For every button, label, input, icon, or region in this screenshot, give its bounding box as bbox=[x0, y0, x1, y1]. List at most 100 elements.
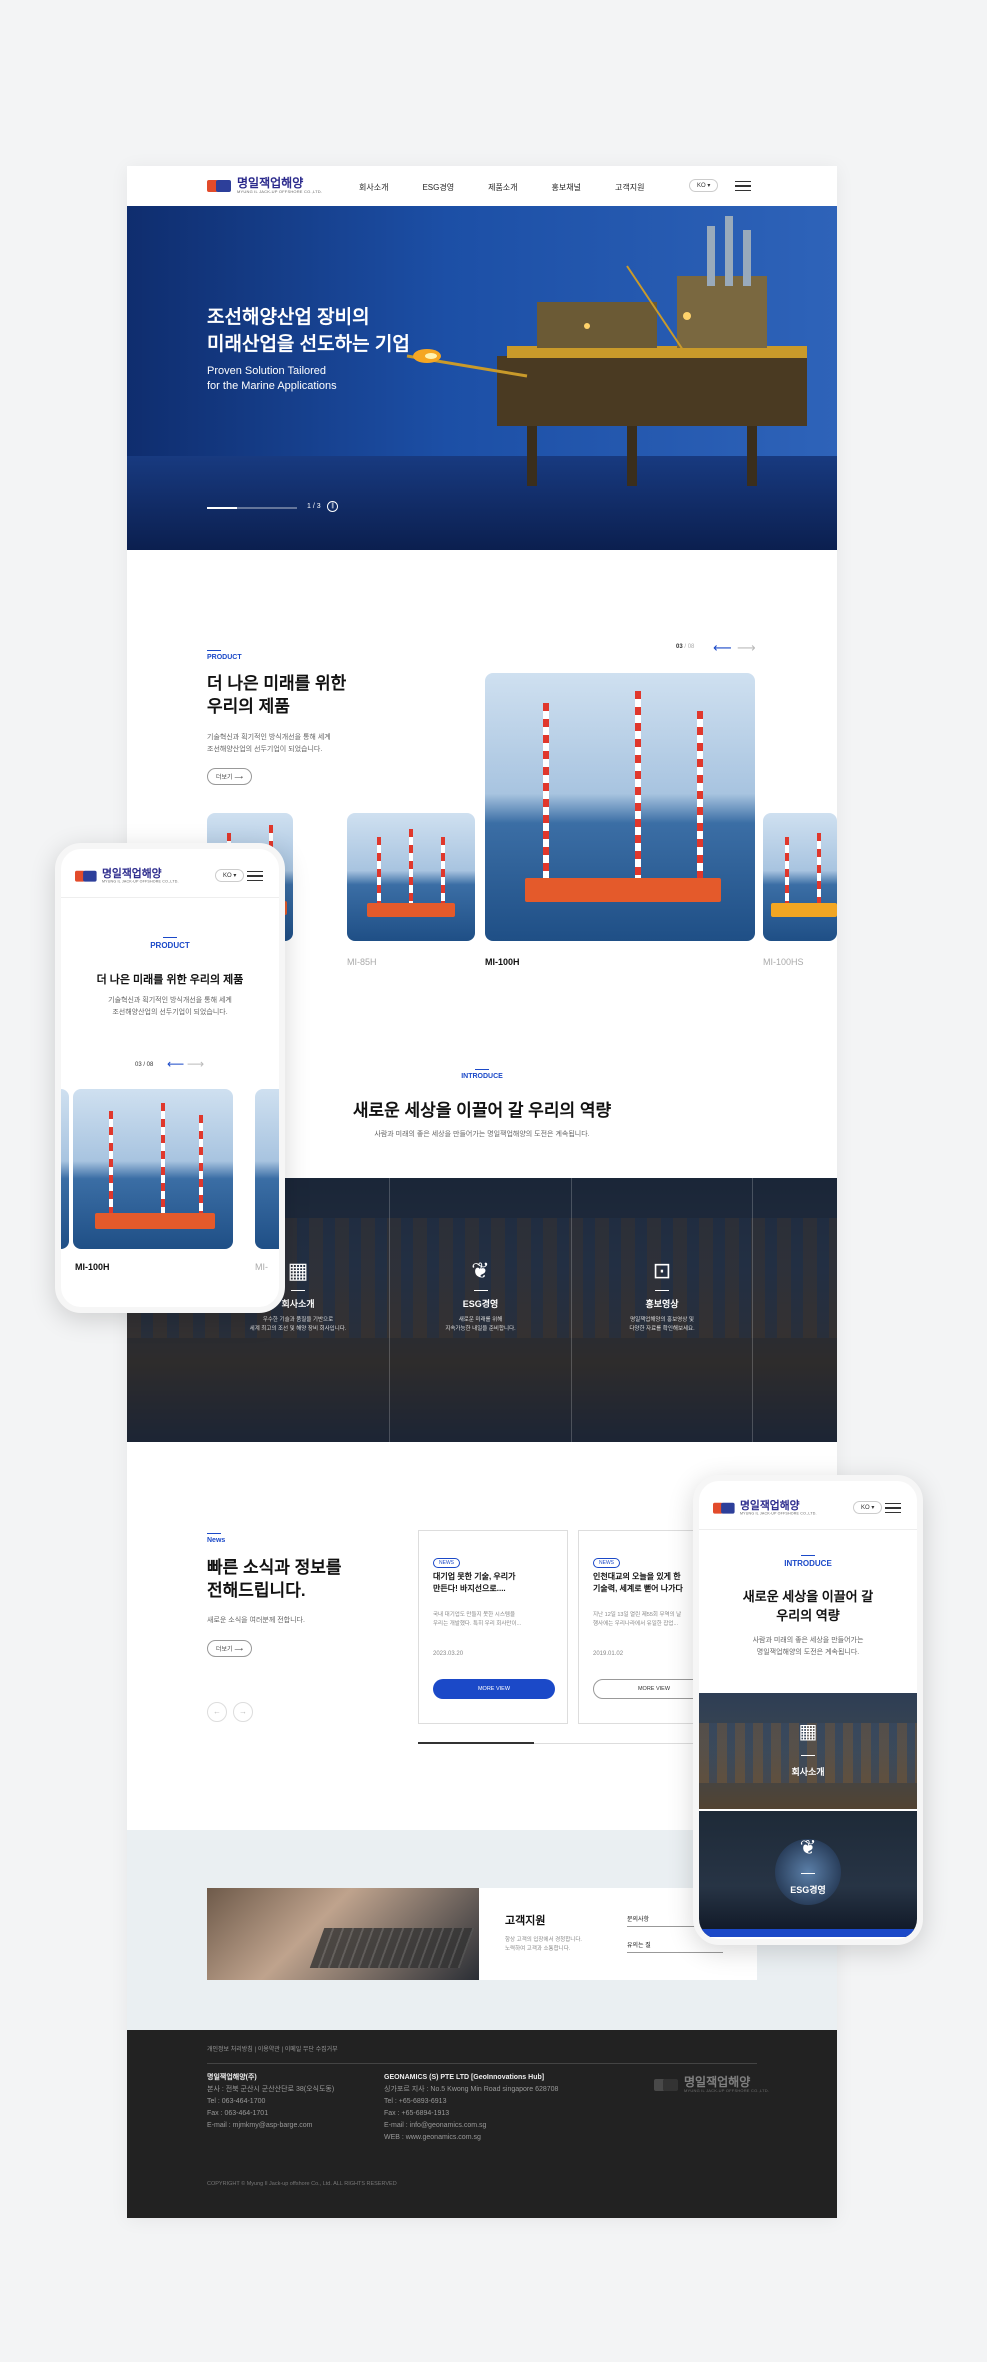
hero-pager: 1 / 3 bbox=[307, 503, 321, 510]
jackup-leg bbox=[409, 829, 413, 907]
product-label-2: MI-85H bbox=[347, 952, 377, 970]
keyboard-shape bbox=[309, 1928, 475, 1968]
intro-item-desc-line1: 우수한 기술과 품질을 기반으로 bbox=[262, 1317, 334, 1323]
product-image-4[interactable] bbox=[763, 813, 837, 941]
product-desc-line2: 조선해양산업의 선두기업이 되었습니다. bbox=[207, 746, 323, 753]
product-desc: 기술혁신과 획기적인 방식개선을 통해 세계 조선해양산업의 선두기업이 되었습… bbox=[207, 732, 331, 756]
mobile-product-image[interactable] bbox=[73, 1089, 233, 1249]
nav-company[interactable]: 회사소개 bbox=[359, 182, 388, 193]
news-card-date: 2019.01.02 bbox=[593, 1651, 624, 1657]
product-prev-arrow-icon[interactable]: ⟵ bbox=[713, 640, 732, 656]
mobile-product-eyebrow: PRODUCT bbox=[61, 937, 279, 950]
mobile-product-label: MI-100H bbox=[75, 1257, 110, 1275]
news-next-arrow-icon[interactable]: → bbox=[233, 1702, 253, 1722]
jackup-leg bbox=[161, 1103, 165, 1217]
footer-tel1: Tel : 063-464-1700 bbox=[207, 2098, 266, 2105]
footer-copyright: COPYRIGHT © Myung Il Jack-up offshore Co… bbox=[207, 2181, 397, 2187]
jackup-leg bbox=[697, 711, 703, 883]
mobile-product-title: 더 나은 미래를 위한 우리의 제품 bbox=[96, 974, 244, 986]
footer-fax2: Fax : +65-6894-1913 bbox=[384, 2110, 450, 2117]
news-eyebrow-line bbox=[207, 1533, 221, 1534]
logo-subtext: MYUNG IL JACK-UP OFFSHORE CO.,LTD. bbox=[237, 189, 323, 194]
mobile-product-desc-line2: 조선해양산업의 선두기업이 되었습니다. bbox=[112, 1009, 228, 1016]
footer-address2: 싱가포르 지사 : No.5 Kwong Min Road singapore … bbox=[384, 2086, 559, 2093]
product-title-line2: 우리의 제품 bbox=[207, 697, 290, 716]
product-next-arrow-icon[interactable]: ⟶ bbox=[737, 640, 756, 656]
mobile-product-name-next: MI- bbox=[255, 1262, 268, 1272]
nav-pr[interactable]: 홍보채널 bbox=[552, 182, 581, 193]
introduce-eyebrow-line bbox=[475, 1069, 489, 1070]
footer-logo-subtext: MYUNG IL JACK-UP OFFSHORE CO.,LTD. bbox=[684, 2088, 770, 2093]
news-title-line1: 빠른 소식과 정보를 bbox=[207, 1558, 342, 1577]
mobile2-header-divider bbox=[699, 1529, 917, 1530]
jackup-leg bbox=[635, 691, 641, 883]
intro-item-desc: 명일잭업해양의 홍보영상 및 다양한 자료를 확인해보세요. bbox=[572, 1316, 752, 1334]
mobile-mockup-product: 명일잭업해양 MYUNG IL JACK-UP OFFSHORE CO.,LTD… bbox=[55, 843, 285, 1313]
product-image-2[interactable] bbox=[347, 813, 475, 941]
menu-icon[interactable] bbox=[735, 181, 751, 191]
mobile2-title-line1: 새로운 세상을 이끌어 갈 bbox=[742, 1589, 874, 1604]
mobile2-language-select[interactable]: KO ▾ bbox=[853, 1501, 883, 1514]
mobile-logo[interactable]: 명일잭업해양 MYUNG IL JACK-UP OFFSHORE CO.,LTD… bbox=[75, 867, 179, 884]
mobile-language-select[interactable]: KO ▾ bbox=[215, 869, 245, 882]
news-desc: 새로운 소식을 여러분께 전합니다. bbox=[207, 1617, 305, 1624]
hero-subtitle-line2: for the Marine Applications bbox=[207, 380, 337, 392]
mobile2-eyebrow: INTRODUCE bbox=[699, 1555, 917, 1568]
mobile-product-image-next[interactable] bbox=[255, 1089, 279, 1249]
news-card[interactable]: NEWS 대기업 못한 기술, 우리가 만든다! 바지선으로.... 국내 대기업… bbox=[418, 1530, 568, 1724]
product-name-mi100h: MI-100H bbox=[485, 957, 520, 967]
mobile2-menu-icon[interactable] bbox=[885, 1503, 901, 1513]
intro-item-line bbox=[655, 1290, 669, 1291]
news-prev-arrow-icon[interactable]: ← bbox=[207, 1702, 227, 1722]
news-card-body-line2: 우리는 개발했다. 특히 우리 회사만이... bbox=[433, 1621, 522, 1627]
offshore-rig-image bbox=[406, 216, 807, 486]
mobile-logo-subtext: MYUNG IL JACK-UP OFFSHORE CO.,LTD. bbox=[102, 878, 179, 884]
banner-divider bbox=[752, 1178, 753, 1442]
mobile-product-label-next: MI- bbox=[255, 1257, 268, 1275]
news-title: 빠른 소식과 정보를 전해드립니다. bbox=[207, 1556, 342, 1602]
mobile2-language-label: KO bbox=[861, 1505, 870, 1511]
mobile-logo-text: 명일잭업해양 bbox=[102, 867, 162, 880]
mobile2-item-esg[interactable]: ❦ ESG경영 bbox=[699, 1811, 917, 1937]
mobile2-desc-line1: 사람과 미래의 좋은 세상을 만들어가는 bbox=[752, 1637, 864, 1644]
product-image-main[interactable] bbox=[485, 673, 755, 941]
product-pager-total: / 08 bbox=[684, 644, 695, 650]
pause-icon[interactable]: ∥ bbox=[327, 501, 338, 512]
language-select[interactable]: KO ▾ bbox=[689, 179, 719, 192]
hero-subtitle-line1: Proven Solution Tailored bbox=[207, 365, 327, 377]
mobile2-logo[interactable]: 명일잭업해양 MYUNG IL JACK-UP OFFSHORE CO.,LTD… bbox=[713, 1500, 817, 1515]
nav-products[interactable]: 제품소개 bbox=[488, 182, 517, 193]
mobile2-desc-line2: 명일잭업해양의 도전은 계속됩니다. bbox=[756, 1649, 860, 1656]
mobile2-eyebrow-text: INTRODUCE bbox=[784, 1559, 832, 1568]
nav-esg[interactable]: ESG경영 bbox=[422, 182, 454, 193]
news-more-label: 더보기 bbox=[216, 1647, 233, 1653]
nav-support[interactable]: 고객지원 bbox=[615, 182, 644, 193]
intro-item-esg[interactable]: ❦ ESG경영 새로운 미래를 위해 지속가능한 내일을 준비합니다. bbox=[390, 1258, 571, 1334]
jackup-leg bbox=[109, 1111, 113, 1217]
product-more-button[interactable]: 더보기 ⟶ bbox=[207, 768, 252, 785]
footer-company1-name: 명일잭업해양(주) bbox=[207, 2074, 257, 2081]
footer-logo: 명일잭업해양 MYUNG IL JACK-UP OFFSHORE CO.,LTD… bbox=[654, 2076, 770, 2093]
mobile2-item-line bbox=[801, 1873, 815, 1874]
footer-company2-name: GEONAMICS (S) PTE LTD [GeoInnovations Hu… bbox=[384, 2074, 545, 2081]
news-title-line2: 전해드립니다. bbox=[207, 1581, 306, 1600]
mobile-menu-icon[interactable] bbox=[247, 871, 263, 881]
hero-title: 조선해양산업 장비의 미래산업을 선도하는 기업 bbox=[207, 304, 410, 358]
news-scrollbar-thumb[interactable] bbox=[418, 1742, 534, 1744]
mobile-product-image-prev[interactable] bbox=[61, 1089, 69, 1249]
logo[interactable]: 명일잭업해양 MYUNG IL JACK-UP OFFSHORE CO.,LTD… bbox=[207, 177, 323, 194]
news-more-button[interactable]: 더보기 ⟶ bbox=[207, 1640, 252, 1657]
mobile2-item-line bbox=[801, 1755, 815, 1756]
footer-links[interactable]: 개인정보 처리방침 | 이용약관 | 이메일 무단 수집거부 bbox=[207, 2044, 338, 2056]
mobile2-item-company[interactable]: ▦ 회사소개 bbox=[699, 1693, 917, 1809]
product-desc-line1: 기술혁신과 획기적인 방식개선을 통해 세계 bbox=[207, 734, 331, 741]
site-footer: 개인정보 처리방침 | 이용약관 | 이메일 무단 수집거부 명일잭업해양(주)… bbox=[127, 2030, 837, 2218]
footer-web2: WEB : www.geonamics.com.sg bbox=[384, 2134, 481, 2141]
mobile-next-arrow-icon[interactable]: ⟶ bbox=[187, 1057, 204, 1071]
jackup-leg bbox=[543, 703, 549, 883]
more-view-button[interactable]: MORE VIEW bbox=[433, 1679, 555, 1699]
mobile-prev-arrow-icon[interactable]: ⟵ bbox=[167, 1057, 184, 1071]
product-name-mi100hs: MI-100HS bbox=[763, 957, 804, 967]
intro-item-video[interactable]: ⊡ 홍보영상 명일잭업해양의 홍보영상 및 다양한 자료를 확인해보세요. bbox=[572, 1258, 752, 1334]
product-title-line1: 더 나은 미래를 위한 bbox=[207, 674, 347, 693]
